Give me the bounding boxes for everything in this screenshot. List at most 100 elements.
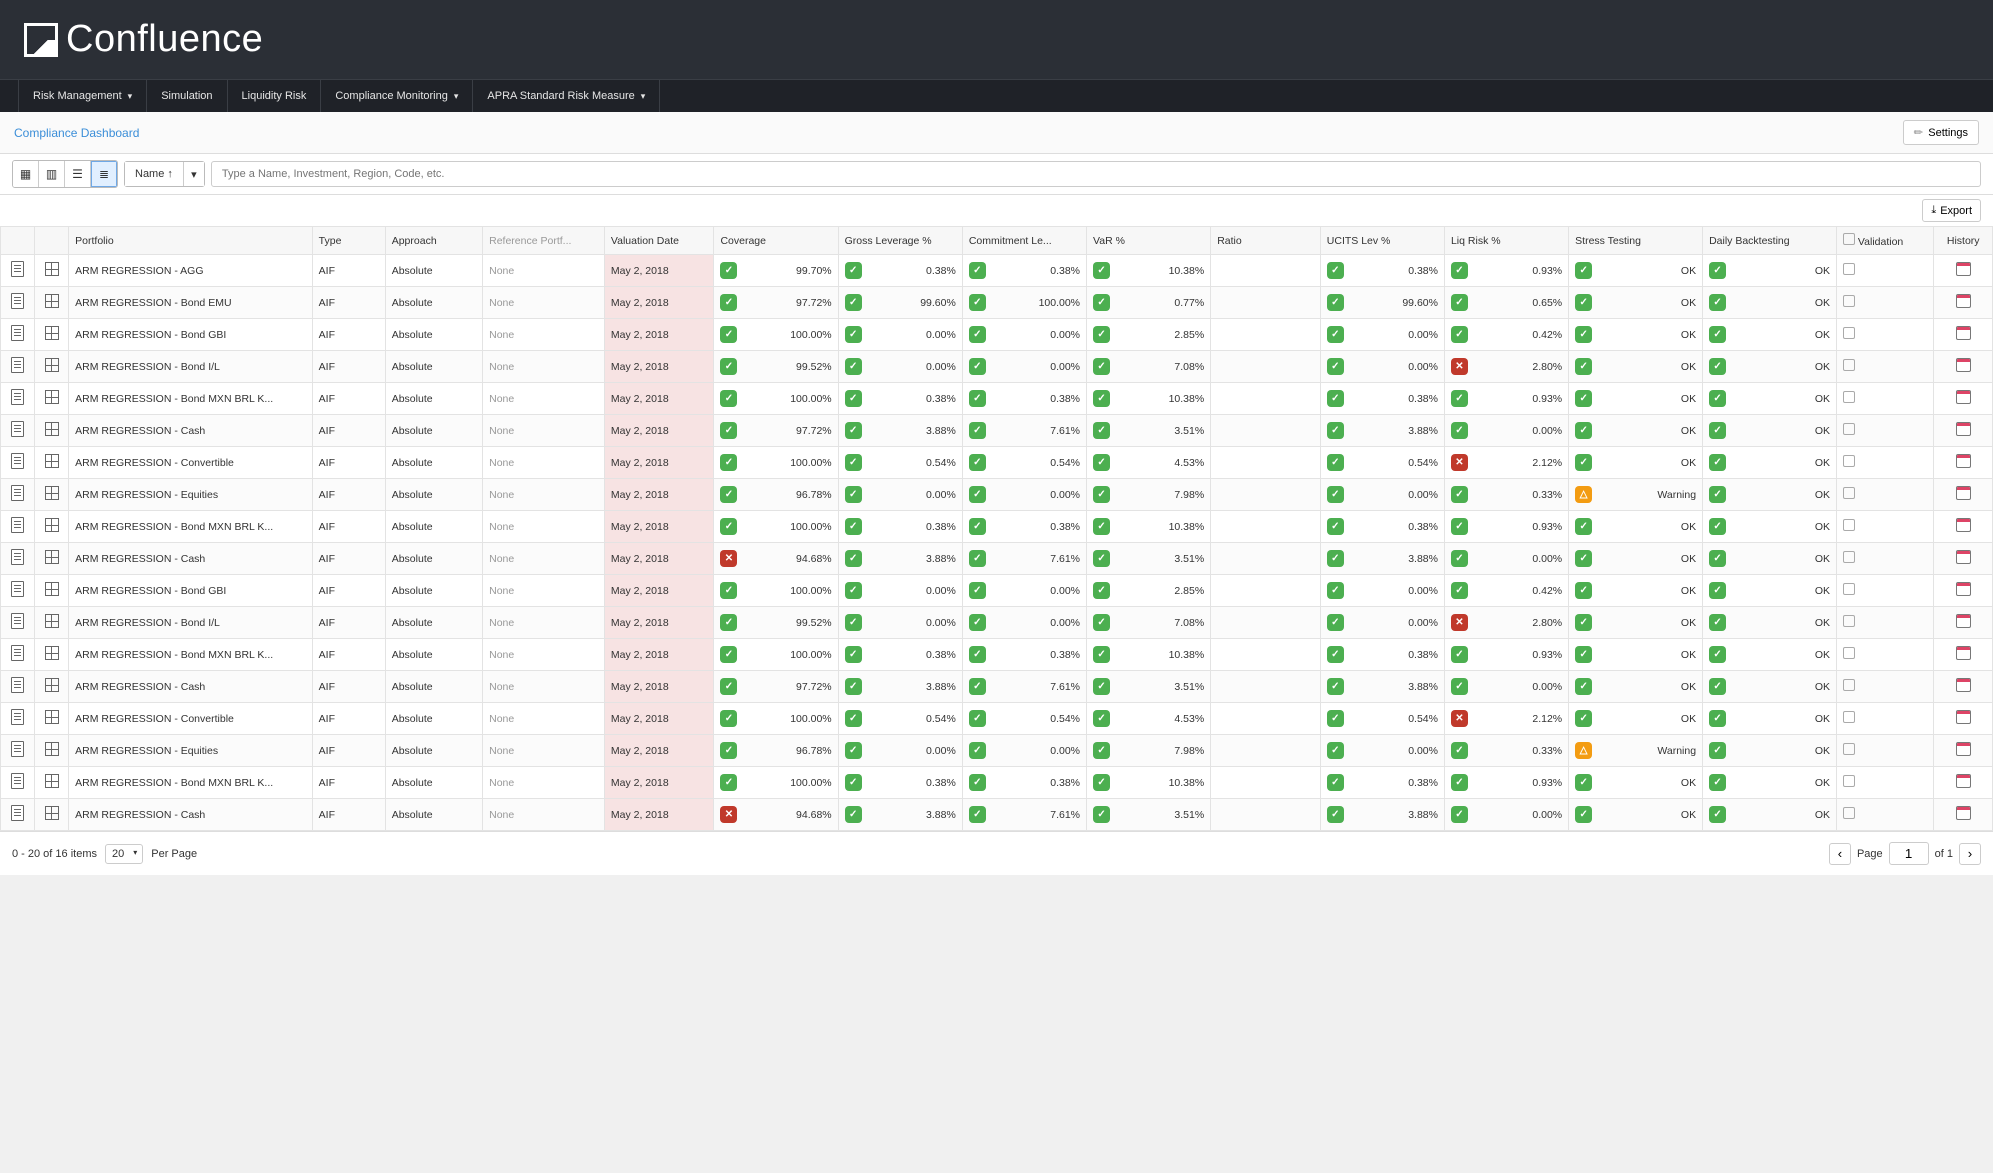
validation-checkbox[interactable] — [1843, 551, 1855, 563]
validation-checkbox[interactable] — [1843, 295, 1855, 307]
col-header[interactable]: Ratio — [1211, 227, 1321, 255]
calendar-icon[interactable] — [1956, 486, 1971, 500]
calendar-icon[interactable] — [1956, 646, 1971, 660]
page-input[interactable] — [1889, 842, 1929, 865]
calendar-icon[interactable] — [1956, 262, 1971, 276]
checkbox-icon[interactable] — [1843, 233, 1855, 245]
validation-checkbox[interactable] — [1843, 455, 1855, 467]
table-row[interactable]: ARM REGRESSION - AGGAIFAbsoluteNoneMay 2… — [1, 255, 1993, 287]
document-icon[interactable] — [11, 805, 24, 821]
validation-checkbox[interactable] — [1843, 679, 1855, 691]
details-icon[interactable] — [45, 774, 59, 788]
view-details-button[interactable]: ≣ — [91, 161, 117, 187]
col-header[interactable]: Gross Leverage % — [838, 227, 962, 255]
export-button[interactable]: ⤓ Export — [1922, 199, 1981, 222]
col-header[interactable]: Coverage — [714, 227, 838, 255]
validation-checkbox[interactable] — [1843, 327, 1855, 339]
calendar-icon[interactable] — [1956, 806, 1971, 820]
chevron-down-icon[interactable]: ▾ — [184, 162, 204, 186]
page-prev-button[interactable]: ‹ — [1829, 843, 1851, 865]
calendar-icon[interactable] — [1956, 710, 1971, 724]
col-header[interactable]: Commitment Le... — [962, 227, 1086, 255]
settings-button[interactable]: ✎ Settings — [1903, 120, 1979, 145]
table-row[interactable]: ARM REGRESSION - Bond I/LAIFAbsoluteNone… — [1, 607, 1993, 639]
col-header[interactable]: History — [1934, 227, 1993, 255]
details-icon[interactable] — [45, 326, 59, 340]
details-icon[interactable] — [45, 646, 59, 660]
details-icon[interactable] — [45, 358, 59, 372]
details-icon[interactable] — [45, 518, 59, 532]
table-row[interactable]: ARM REGRESSION - EquitiesAIFAbsoluteNone… — [1, 735, 1993, 767]
nav-item-4[interactable]: APRA Standard Risk Measure▾ — [473, 80, 660, 112]
calendar-icon[interactable] — [1956, 614, 1971, 628]
table-row[interactable]: ARM REGRESSION - CashAIFAbsoluteNoneMay … — [1, 799, 1993, 831]
validation-checkbox[interactable] — [1843, 615, 1855, 627]
col-header[interactable]: Daily Backtesting — [1703, 227, 1837, 255]
document-icon[interactable] — [11, 773, 24, 789]
search-input[interactable] — [211, 161, 1981, 187]
document-icon[interactable] — [11, 645, 24, 661]
table-row[interactable]: ARM REGRESSION - ConvertibleAIFAbsoluteN… — [1, 703, 1993, 735]
document-icon[interactable] — [11, 741, 24, 757]
table-row[interactable]: ARM REGRESSION - Bond GBIAIFAbsoluteNone… — [1, 575, 1993, 607]
document-icon[interactable] — [11, 549, 24, 565]
document-icon[interactable] — [11, 517, 24, 533]
nav-item-2[interactable]: Liquidity Risk — [228, 80, 322, 112]
nav-item-1[interactable]: Simulation — [147, 80, 227, 112]
calendar-icon[interactable] — [1956, 326, 1971, 340]
calendar-icon[interactable] — [1956, 550, 1971, 564]
table-row[interactable]: ARM REGRESSION - Bond GBIAIFAbsoluteNone… — [1, 319, 1993, 351]
col-header[interactable]: VaR % — [1087, 227, 1211, 255]
validation-checkbox[interactable] — [1843, 583, 1855, 595]
table-row[interactable]: ARM REGRESSION - Bond MXN BRL K...AIFAbs… — [1, 511, 1993, 543]
calendar-icon[interactable] — [1956, 774, 1971, 788]
document-icon[interactable] — [11, 581, 24, 597]
details-icon[interactable] — [45, 742, 59, 756]
col-header[interactable]: Stress Testing — [1569, 227, 1703, 255]
details-icon[interactable] — [45, 294, 59, 308]
col-header[interactable] — [35, 227, 69, 255]
table-row[interactable]: ARM REGRESSION - EquitiesAIFAbsoluteNone… — [1, 479, 1993, 511]
document-icon[interactable] — [11, 453, 24, 469]
details-icon[interactable] — [45, 486, 59, 500]
document-icon[interactable] — [11, 485, 24, 501]
validation-checkbox[interactable] — [1843, 647, 1855, 659]
document-icon[interactable] — [11, 325, 24, 341]
validation-checkbox[interactable] — [1843, 743, 1855, 755]
details-icon[interactable] — [45, 422, 59, 436]
document-icon[interactable] — [11, 293, 24, 309]
col-header[interactable]: Reference Portf... — [483, 227, 605, 255]
breadcrumb[interactable]: Compliance Dashboard — [14, 126, 139, 140]
view-grid-large-button[interactable]: ▦ — [13, 161, 39, 187]
details-icon[interactable] — [45, 454, 59, 468]
calendar-icon[interactable] — [1956, 678, 1971, 692]
view-grid-small-button[interactable]: ▥ — [39, 161, 65, 187]
view-list-button[interactable]: ☰ — [65, 161, 91, 187]
validation-checkbox[interactable] — [1843, 391, 1855, 403]
col-header[interactable]: Portfolio — [69, 227, 313, 255]
validation-checkbox[interactable] — [1843, 711, 1855, 723]
details-icon[interactable] — [45, 582, 59, 596]
validation-checkbox[interactable] — [1843, 359, 1855, 371]
validation-checkbox[interactable] — [1843, 263, 1855, 275]
details-icon[interactable] — [45, 806, 59, 820]
calendar-icon[interactable] — [1956, 422, 1971, 436]
nav-item-0[interactable]: Risk Management▾ — [18, 80, 147, 112]
col-header[interactable]: Validation — [1837, 227, 1934, 255]
details-icon[interactable] — [45, 710, 59, 724]
calendar-icon[interactable] — [1956, 294, 1971, 308]
col-header[interactable] — [1, 227, 35, 255]
per-page-select[interactable]: 20 — [105, 844, 143, 864]
details-icon[interactable] — [45, 614, 59, 628]
calendar-icon[interactable] — [1956, 582, 1971, 596]
nav-item-3[interactable]: Compliance Monitoring▾ — [321, 80, 473, 112]
table-row[interactable]: ARM REGRESSION - CashAIFAbsoluteNoneMay … — [1, 671, 1993, 703]
validation-checkbox[interactable] — [1843, 423, 1855, 435]
validation-checkbox[interactable] — [1843, 519, 1855, 531]
document-icon[interactable] — [11, 613, 24, 629]
sort-select[interactable]: Name ↑ ▾ — [124, 161, 205, 187]
col-header[interactable]: UCITS Lev % — [1320, 227, 1444, 255]
validation-checkbox[interactable] — [1843, 807, 1855, 819]
table-row[interactable]: ARM REGRESSION - CashAIFAbsoluteNoneMay … — [1, 415, 1993, 447]
validation-checkbox[interactable] — [1843, 487, 1855, 499]
